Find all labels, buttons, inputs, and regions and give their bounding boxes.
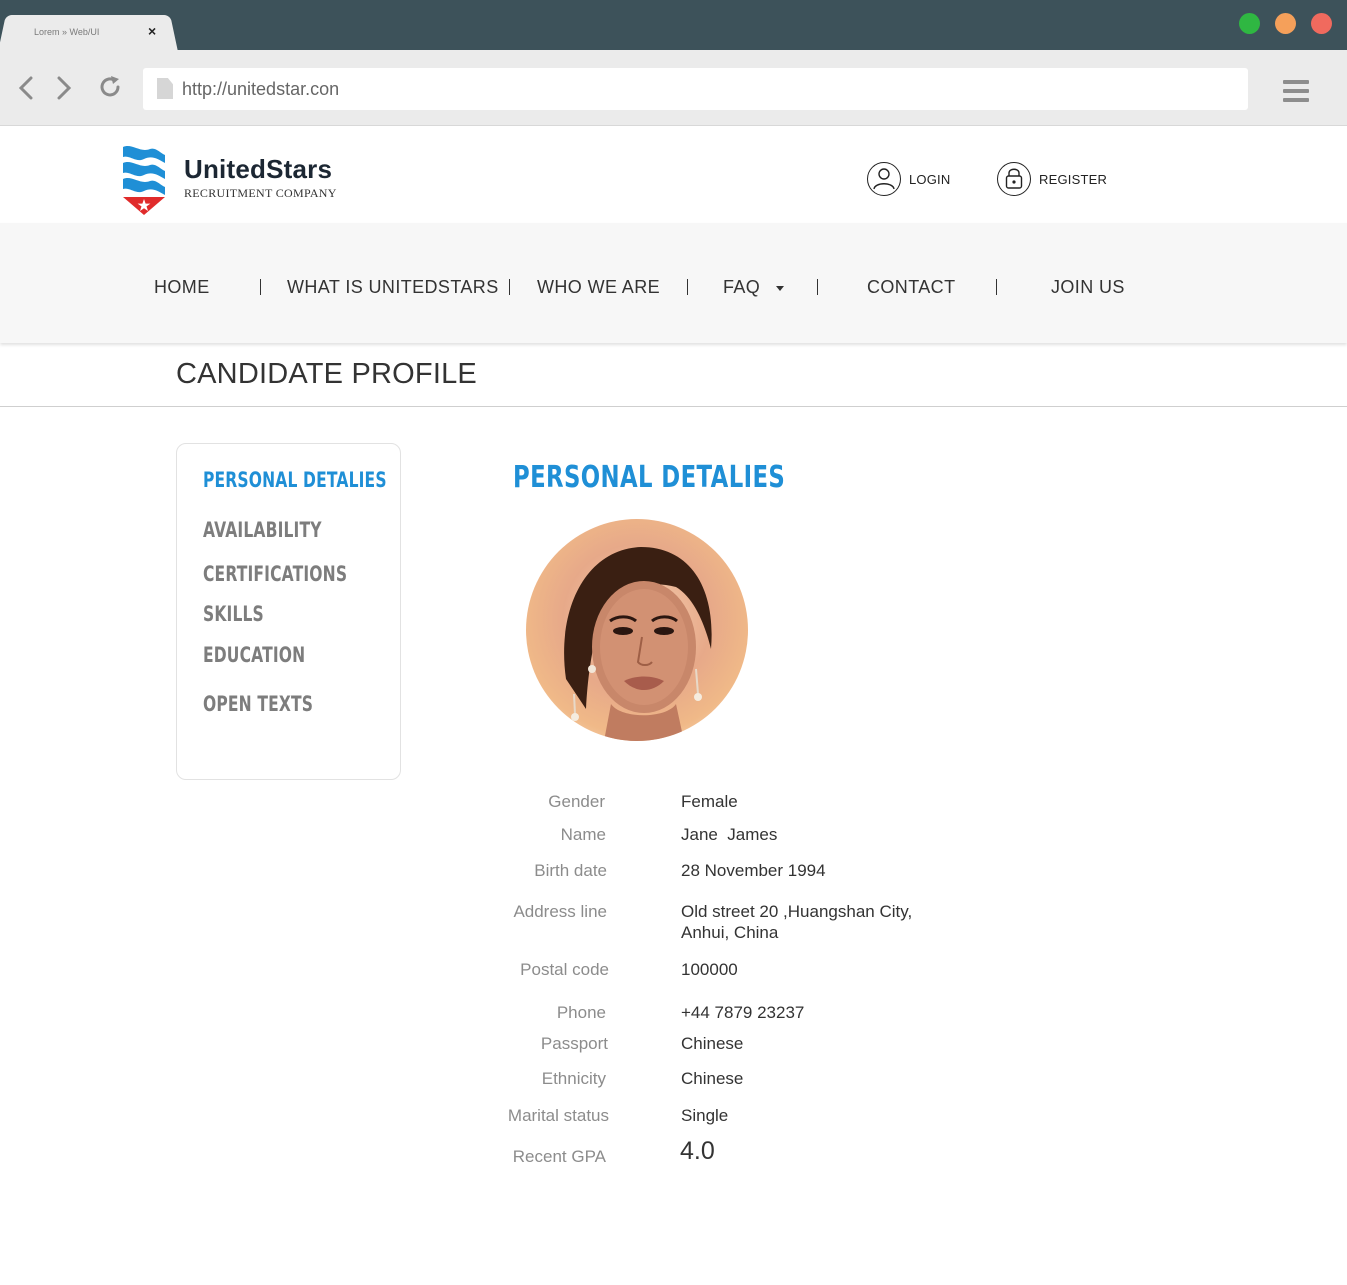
unitedstars-logo-icon[interactable] bbox=[122, 143, 166, 217]
url-text[interactable]: http://unitedstar.con bbox=[182, 79, 339, 100]
brand-name[interactable]: UnitedStars bbox=[184, 154, 332, 185]
sidebar-item-open-texts[interactable]: OPEN TEXTS bbox=[203, 692, 313, 716]
field-value-address-line1: Old street 20 ,Huangshan City, bbox=[681, 902, 913, 921]
field-label-birth-date: Birth date bbox=[534, 861, 607, 880]
field-label-address: Address line bbox=[513, 902, 607, 921]
page-icon bbox=[157, 78, 173, 99]
site-header: UnitedStars RECRUITMENT COMPANY LOGIN RE… bbox=[0, 127, 1347, 223]
field-label-passport: Passport bbox=[540, 1034, 608, 1053]
browser-titlebar: Lorem » Web/UI × bbox=[0, 0, 1347, 51]
sidebar-item-availability[interactable]: AVAILABILITY bbox=[203, 518, 322, 542]
back-arrow-icon[interactable] bbox=[18, 76, 34, 100]
avatar bbox=[526, 519, 748, 741]
window-close-button[interactable] bbox=[1311, 13, 1332, 34]
field-value-birth-date: 28 November 1994 bbox=[681, 861, 826, 880]
field-label-ethnicity: Ethnicity bbox=[541, 1069, 606, 1088]
field-label-recent-gpa: Recent GPA bbox=[512, 1147, 606, 1166]
window-maximize-button[interactable] bbox=[1239, 13, 1260, 34]
field-value-ethnicity: Chinese bbox=[681, 1069, 744, 1088]
nav-faq[interactable]: FAQ bbox=[723, 277, 760, 298]
main-navigation: HOME WHAT IS UNITEDSTARS WHO WE ARE FAQ … bbox=[0, 223, 1347, 343]
tab-close-icon[interactable]: × bbox=[148, 23, 156, 39]
field-value-name: Jane James bbox=[681, 825, 778, 844]
field-value-address-line2: Anhui, China bbox=[681, 923, 779, 942]
profile-sidebar: PERSONAL DETALIES AVAILABILITY CERTIFICA… bbox=[176, 443, 401, 780]
nav-what-is-unitedstars[interactable]: WHAT IS UNITEDSTARS bbox=[287, 277, 499, 298]
field-value-gender: Female bbox=[681, 792, 738, 811]
field-label-name: Name bbox=[560, 825, 606, 844]
nav-separator bbox=[996, 279, 997, 295]
field-value-recent-gpa: 4.0 bbox=[680, 1137, 715, 1165]
sidebar-item-certifications[interactable]: CERTIFICATIONS bbox=[203, 562, 347, 586]
field-label-postal-code: Postal code bbox=[520, 960, 609, 979]
field-label-marital-status: Marital status bbox=[507, 1106, 609, 1125]
tab-title: Lorem » Web/UI bbox=[34, 27, 100, 37]
field-value-marital-status: Single bbox=[681, 1106, 729, 1125]
sidebar-item-education[interactable]: EDUCATION bbox=[203, 643, 305, 667]
page-title: CANDIDATE PROFILE bbox=[176, 358, 477, 390]
register-label: REGISTER bbox=[1039, 171, 1108, 187]
nav-separator bbox=[260, 279, 261, 295]
login-button[interactable]: LOGIN bbox=[867, 162, 950, 196]
login-label: LOGIN bbox=[909, 171, 951, 187]
window-minimize-button[interactable] bbox=[1275, 13, 1296, 34]
field-value-postal-code: 100000 bbox=[681, 960, 738, 979]
nav-who-we-are[interactable]: WHO WE ARE bbox=[537, 277, 660, 298]
register-button[interactable]: REGISTER bbox=[997, 162, 1107, 196]
nav-separator bbox=[817, 279, 818, 295]
address-bar[interactable]: http://unitedstar.con bbox=[143, 68, 1248, 110]
browser-tab[interactable]: Lorem » Web/UI × bbox=[12, 15, 164, 51]
nav-separator bbox=[687, 279, 688, 295]
sidebar-item-skills[interactable]: SKILLS bbox=[203, 602, 264, 626]
field-label-gender: Gender bbox=[548, 792, 605, 811]
nav-contact[interactable]: CONTACT bbox=[867, 277, 955, 298]
field-label-phone: Phone bbox=[556, 1003, 606, 1022]
nav-separator bbox=[509, 279, 510, 295]
section-title: PERSONAL DETALIES bbox=[513, 460, 786, 495]
brand-subtitle: RECRUITMENT COMPANY bbox=[184, 186, 337, 200]
hamburger-menu-icon[interactable] bbox=[1283, 80, 1309, 107]
user-icon bbox=[867, 162, 901, 196]
reload-icon[interactable] bbox=[97, 74, 123, 100]
field-value-passport: Chinese bbox=[681, 1034, 744, 1053]
browser-toolbar: http://unitedstar.con bbox=[0, 50, 1347, 126]
divider bbox=[0, 406, 1347, 407]
lock-icon bbox=[997, 162, 1031, 196]
nav-home[interactable]: HOME bbox=[154, 277, 210, 298]
sidebar-item-personal-details[interactable]: PERSONAL DETALIES bbox=[203, 468, 387, 492]
faq-dropdown-icon[interactable] bbox=[776, 286, 784, 291]
field-value-phone: +44 7879 23237 bbox=[681, 1003, 805, 1022]
forward-arrow-icon[interactable] bbox=[56, 76, 72, 100]
nav-join-us[interactable]: JOIN US bbox=[1051, 277, 1125, 298]
